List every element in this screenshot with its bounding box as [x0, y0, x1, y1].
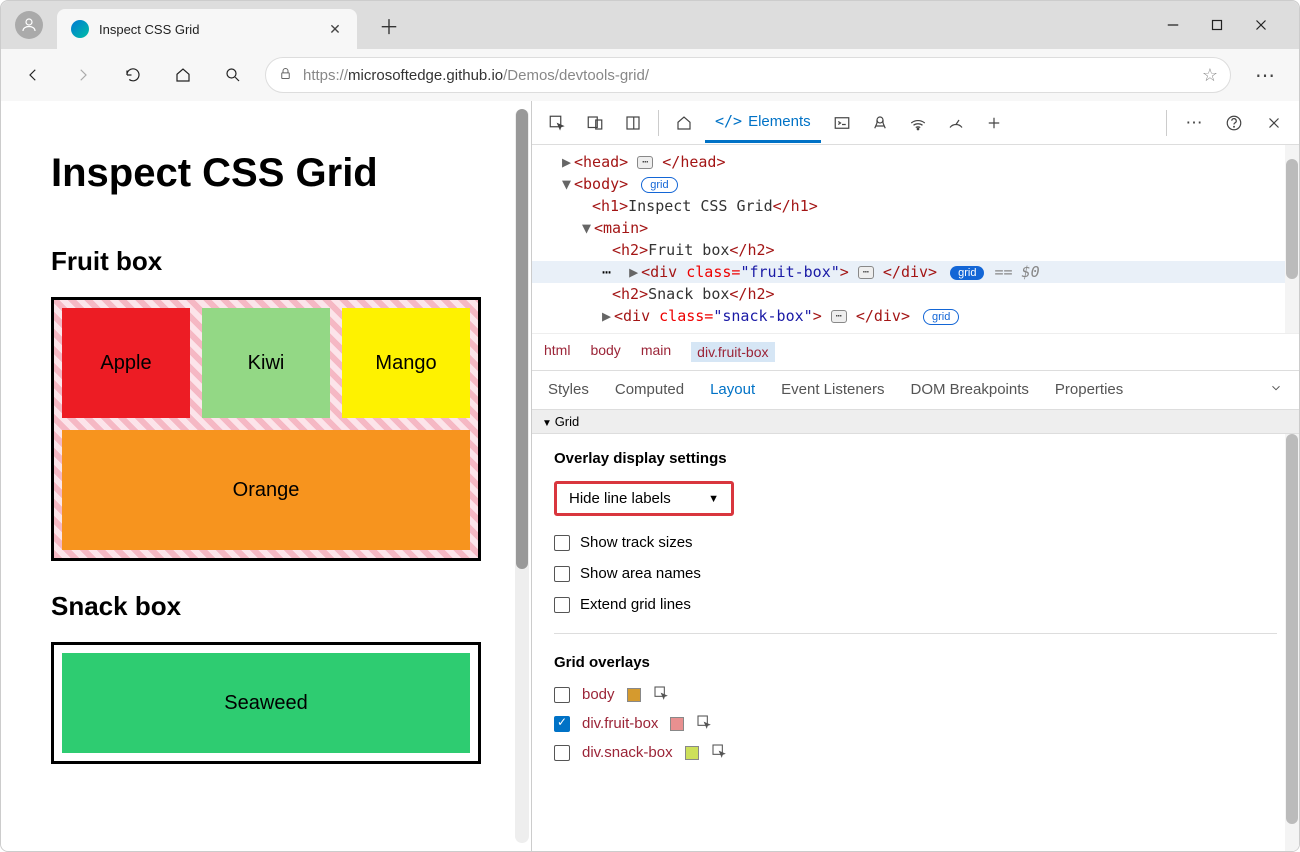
lock-icon	[278, 66, 293, 84]
forward-button[interactable]	[65, 57, 101, 93]
page-heading: Inspect CSS Grid	[51, 151, 481, 196]
styles-panel-tabs: Styles Computed Layout Event Listeners D…	[532, 371, 1299, 410]
divider	[554, 633, 1277, 634]
section-fruit-heading: Fruit box	[51, 246, 481, 277]
show-area-names-row[interactable]: Show area names	[554, 565, 1277, 582]
checkbox-track-sizes	[554, 535, 570, 551]
settings-menu-icon[interactable]: ⋯	[1245, 63, 1285, 88]
url-host: microsoftedge.github.io	[348, 67, 503, 84]
device-emulation-icon[interactable]	[578, 106, 612, 140]
navigation-toolbar: https://microsoftedge.github.io/Demos/de…	[1, 49, 1299, 101]
layout-scrollbar[interactable]	[1285, 434, 1299, 851]
overlay-checkbox[interactable]	[554, 745, 570, 761]
performance-tab-icon[interactable]	[939, 106, 973, 140]
tab-properties[interactable]: Properties	[1055, 381, 1123, 399]
search-button[interactable]	[215, 57, 251, 93]
cell-seaweed: Seaweed	[62, 653, 470, 753]
tab-computed[interactable]: Computed	[615, 381, 684, 399]
help-icon[interactable]	[1217, 106, 1251, 140]
reveal-in-elements-icon[interactable]	[696, 714, 712, 733]
tab-styles[interactable]: Styles	[548, 381, 589, 399]
refresh-button[interactable]	[115, 57, 151, 93]
url-protocol: https://	[303, 67, 348, 84]
layout-panel-body: Overlay display settings Hide line label…	[532, 434, 1299, 851]
expand-panel-icon[interactable]	[1269, 381, 1283, 399]
window-controls	[1163, 15, 1299, 35]
breadcrumb-fruit-box[interactable]: div.fruit-box	[691, 342, 774, 362]
tab-event-listeners[interactable]: Event Listeners	[781, 381, 884, 399]
checkbox-extend-lines	[554, 597, 570, 613]
browser-window: Inspect CSS Grid ✕ ＋ https://microsofted…	[0, 0, 1300, 852]
rendered-page: Inspect CSS Grid Fruit box Apple Kiwi Ma…	[1, 101, 531, 851]
overlay-settings-title: Overlay display settings	[554, 450, 1277, 467]
more-tabs-icon[interactable]	[977, 106, 1011, 140]
back-button[interactable]	[15, 57, 51, 93]
edge-favicon	[71, 20, 89, 38]
window-close-button[interactable]	[1251, 15, 1271, 35]
tab-dom-breakpoints[interactable]: DOM Breakpoints	[911, 381, 1029, 399]
overlay-color-swatch[interactable]	[627, 688, 641, 702]
breadcrumb-main[interactable]: main	[641, 342, 671, 362]
overlay-selector: body	[582, 686, 615, 703]
breadcrumb-html[interactable]: html	[544, 342, 570, 362]
dom-scrollbar[interactable]	[1285, 145, 1299, 333]
devtools-panel: </>Elements ⋯ ▶<head> ⋯ </head> ▼<body> …	[531, 101, 1299, 851]
overlay-row-div-snack-box[interactable]: div.snack-box	[554, 743, 1277, 762]
dom-breadcrumb: html body main div.fruit-box	[532, 333, 1299, 371]
sources-tab-icon[interactable]	[863, 106, 897, 140]
overlay-row-body[interactable]: body	[554, 685, 1277, 704]
overlay-row-div-fruit-box[interactable]: div.fruit-box	[554, 714, 1277, 733]
overlay-checkbox[interactable]	[554, 716, 570, 732]
cell-mango: Mango	[342, 308, 470, 418]
grid-section-header[interactable]: Grid	[532, 410, 1299, 434]
tab-title: Inspect CSS Grid	[99, 22, 317, 37]
snack-box-grid: Seaweed	[51, 642, 481, 764]
cell-apple: Apple	[62, 308, 190, 418]
line-labels-dropdown[interactable]: Hide line labels▼	[554, 481, 734, 516]
overlay-color-swatch[interactable]	[670, 717, 684, 731]
new-tab-button[interactable]: ＋	[371, 7, 407, 43]
devtools-tabbar: </>Elements ⋯	[532, 101, 1299, 145]
overlay-color-swatch[interactable]	[685, 746, 699, 760]
reveal-in-elements-icon[interactable]	[711, 743, 727, 762]
elements-tab[interactable]: </>Elements	[705, 102, 821, 143]
tab-layout[interactable]: Layout	[710, 381, 755, 399]
browser-tab[interactable]: Inspect CSS Grid ✕	[57, 9, 357, 49]
overlay-checkbox[interactable]	[554, 687, 570, 703]
minimize-button[interactable]	[1163, 15, 1183, 35]
tab-close-icon[interactable]: ✕	[327, 21, 343, 37]
checkbox-area-names	[554, 566, 570, 582]
devtools-more-icon[interactable]: ⋯	[1177, 106, 1211, 140]
titlebar: Inspect CSS Grid ✕ ＋	[1, 1, 1299, 49]
overlay-selector: div.fruit-box	[582, 715, 658, 732]
cell-kiwi: Kiwi	[202, 308, 330, 418]
section-snack-heading: Snack box	[51, 591, 481, 622]
home-button[interactable]	[165, 57, 201, 93]
overlay-selector: div.snack-box	[582, 744, 673, 761]
inspect-element-icon[interactable]	[540, 106, 574, 140]
address-bar[interactable]: https://microsoftedge.github.io/Demos/de…	[265, 57, 1231, 93]
selected-dom-node: ⋯ ▶<div class="fruit-box"> ⋯ </div> grid…	[532, 261, 1299, 283]
devtools-close-icon[interactable]	[1257, 106, 1291, 140]
dom-tree[interactable]: ▶<head> ⋯ </head> ▼<body> grid <h1>Inspe…	[532, 145, 1299, 333]
dock-side-icon[interactable]	[616, 106, 650, 140]
show-track-sizes-row[interactable]: Show track sizes	[554, 534, 1277, 551]
fruit-box-grid: Apple Kiwi Mango Orange	[51, 297, 481, 561]
url-path: /Demos/devtools-grid/	[503, 67, 649, 84]
favorite-icon[interactable]: ☆	[1202, 65, 1218, 86]
network-tab-icon[interactable]	[901, 106, 935, 140]
breadcrumb-body[interactable]: body	[590, 342, 620, 362]
extend-grid-lines-row[interactable]: Extend grid lines	[554, 596, 1277, 613]
cell-orange: Orange	[62, 430, 470, 550]
content-area: Inspect CSS Grid Fruit box Apple Kiwi Ma…	[1, 101, 1299, 851]
reveal-in-elements-icon[interactable]	[653, 685, 669, 704]
console-tab-icon[interactable]	[825, 106, 859, 140]
grid-overlays-title: Grid overlays	[554, 654, 1277, 671]
profile-icon[interactable]	[15, 11, 43, 39]
maximize-button[interactable]	[1207, 15, 1227, 35]
page-scrollbar[interactable]	[515, 109, 529, 843]
welcome-tab-icon[interactable]	[667, 106, 701, 140]
